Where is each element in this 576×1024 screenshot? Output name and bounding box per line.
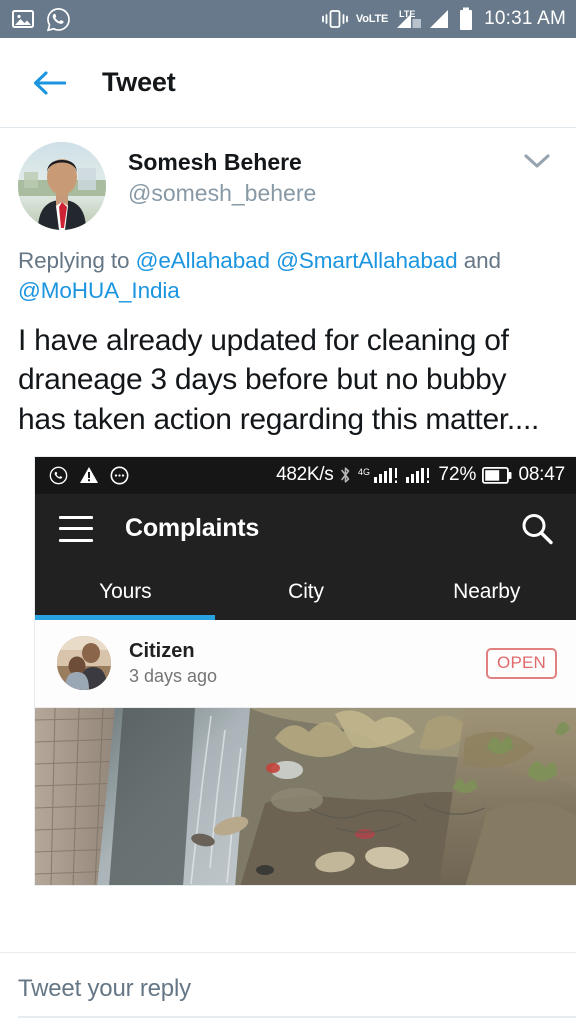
status-bar-right-icons: VoLTE LTE 10:31 AM: [321, 7, 566, 31]
author-display-name: Somesh Behere: [128, 149, 302, 175]
back-arrow-icon[interactable]: [28, 62, 70, 104]
hamburger-menu-icon[interactable]: [59, 515, 93, 542]
author-handle: @somesh_behere: [128, 179, 317, 206]
mention-link-0[interactable]: @eAllahabad: [136, 248, 270, 273]
embedded-status-left-icons: [49, 466, 129, 485]
mention-link-2[interactable]: @MoHUA_India: [18, 278, 180, 303]
complaints-tabs: Yours City Nearby: [35, 563, 576, 620]
embedded-clock: 08:47: [518, 464, 565, 486]
reply-input[interactable]: Tweet your reply: [18, 975, 191, 1003]
battery-percent-label: 72%: [438, 464, 477, 486]
battery-icon: [458, 7, 474, 31]
signal-bars-4g-icon: 4G: [358, 465, 400, 485]
svg-text:LTE: LTE: [399, 9, 415, 19]
bluetooth-icon: [339, 465, 352, 485]
complaint-meta: Citizen 3 days ago: [129, 639, 217, 687]
signal-bars-2-icon: [406, 465, 432, 485]
tweet-author-names: Somesh Behere @somesh_behere: [128, 142, 316, 209]
tweet-author-row: Somesh Behere @somesh_behere: [18, 142, 558, 230]
tweet-app-bar: Tweet: [0, 38, 576, 128]
replying-to-line: Replying to @eAllahabad @SmartAllahabad …: [18, 246, 558, 307]
complaint-author: Citizen: [129, 640, 195, 663]
status-bar-left-icons: [12, 7, 71, 32]
tab-label: Yours: [99, 579, 152, 603]
volte-label: VoLTE: [355, 13, 389, 25]
battery-icon: [482, 466, 512, 484]
tab-city[interactable]: City: [216, 564, 397, 620]
reply-composer[interactable]: Tweet your reply: [0, 952, 576, 1024]
complaints-title: Complaints: [125, 514, 260, 543]
replying-prefix: Replying to: [18, 248, 136, 273]
status-badge: OPEN: [486, 647, 557, 679]
vibrate-icon: [321, 9, 349, 29]
page-title: Tweet: [102, 67, 176, 97]
clogged-drain-photo[interactable]: [35, 707, 576, 885]
reply-underline: [18, 1016, 576, 1018]
complaints-app-bar: Complaints: [35, 493, 576, 564]
system-status-bar: VoLTE LTE 10:31 AM: [0, 0, 576, 38]
embedded-status-bar: 482K/s 4G 72% 08:47: [35, 456, 576, 494]
tab-label: City: [288, 579, 324, 603]
signal-bars-1-icon: LTE: [395, 8, 422, 30]
embedded-screenshot-card[interactable]: 482K/s 4G 72% 08:47 Complaints Yours Cit…: [34, 455, 576, 886]
status-bar-clock: 10:31 AM: [484, 8, 566, 29]
svg-text:4G: 4G: [358, 467, 370, 477]
avatar[interactable]: [18, 142, 106, 230]
citizen-avatar: [57, 636, 111, 691]
tab-yours[interactable]: Yours: [35, 564, 216, 620]
complaint-list-item[interactable]: Citizen 3 days ago OPEN: [35, 619, 576, 708]
message-dots-icon: [110, 466, 129, 485]
tweet-detail: Somesh Behere @somesh_behere Replying to…: [0, 128, 576, 886]
tab-nearby[interactable]: Nearby: [396, 564, 576, 620]
whatsapp-icon: [49, 466, 68, 485]
tweet-body-text: I have already updated for cleaning of d…: [18, 323, 540, 436]
network-speed-label: 482K/s: [276, 464, 334, 486]
signal-bars-2-icon: [429, 8, 451, 30]
chevron-down-icon[interactable]: [520, 144, 554, 178]
image-icon: [12, 9, 34, 29]
active-tab-indicator: [35, 614, 216, 620]
replying-conjunction: and: [457, 248, 501, 273]
search-icon[interactable]: [519, 511, 555, 547]
mention-link-1[interactable]: @SmartAllahabad: [276, 248, 458, 273]
embedded-status-right-icons: 482K/s 4G 72% 08:47: [276, 464, 565, 486]
whatsapp-icon: [46, 7, 71, 32]
complaint-timestamp: 3 days ago: [129, 666, 218, 687]
warning-triangle-icon: [79, 466, 99, 484]
tab-label: Nearby: [453, 579, 521, 603]
